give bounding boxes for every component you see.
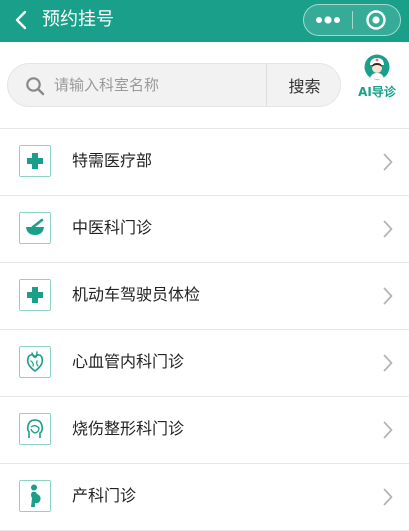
department-item-1[interactable]: 中医科门诊 [0, 196, 409, 263]
more-button[interactable] [304, 5, 352, 35]
department-item-0[interactable]: 特需医疗部 [0, 129, 409, 196]
chevron-right-icon [383, 488, 393, 506]
top-nav-bar: 预约挂号 [0, 0, 409, 42]
department-icon [19, 279, 51, 311]
miniprogram-capsule [303, 4, 401, 36]
department-label: 烧伤整形科门诊 [72, 419, 185, 438]
cross-icon [27, 153, 43, 169]
department-icon [19, 145, 51, 177]
chevron-right-icon [383, 153, 393, 171]
department-item-5[interactable]: 产科门诊 [0, 464, 409, 531]
department-item-2[interactable]: 机动车驾驶员体检 [0, 263, 409, 330]
heart-icon [26, 351, 44, 372]
department-label: 特需医疗部 [72, 151, 153, 170]
department-icon [19, 480, 51, 512]
search-icon [26, 77, 45, 96]
search-button[interactable]: 搜索 [266, 64, 340, 106]
department-icon [19, 413, 51, 445]
more-dots-icon [316, 16, 340, 24]
chevron-right-icon [383, 421, 393, 439]
mortar-pestle-icon [26, 218, 44, 235]
department-label: 中医科门诊 [72, 218, 153, 237]
department-label: 产科门诊 [72, 486, 137, 505]
department-item-4[interactable]: 烧伤整形科门诊 [0, 397, 409, 464]
face-profile-icon [26, 419, 44, 438]
target-circle-icon [366, 10, 387, 30]
chevron-left-icon [15, 10, 27, 30]
ai-guide-label: AI导诊 [358, 85, 396, 99]
search-input[interactable] [54, 64, 264, 106]
chevron-right-icon [383, 354, 393, 372]
department-icon [19, 346, 51, 378]
department-list: 特需医疗部 中医科门诊 机动车驾驶员体检 心血管内科门诊 烧伤整形科门诊 产科门… [0, 128, 409, 531]
department-item-3[interactable]: 心血管内科门诊 [0, 330, 409, 397]
ai-guide-button[interactable]: AI导诊 [351, 54, 403, 106]
page-title: 预约挂号 [42, 9, 114, 30]
search-box: 搜索 [7, 63, 341, 107]
pregnant-icon [31, 484, 41, 507]
cross-icon [27, 287, 43, 303]
department-label: 心血管内科门诊 [72, 352, 185, 371]
close-miniprogram-button[interactable] [353, 5, 400, 35]
chevron-right-icon [383, 287, 393, 305]
search-area: 搜索 AI导诊 [0, 42, 409, 128]
nurse-avatar-icon [364, 54, 390, 80]
chevron-right-icon [383, 220, 393, 238]
back-button[interactable] [10, 9, 32, 31]
department-icon [19, 212, 51, 244]
department-label: 机动车驾驶员体检 [72, 285, 201, 304]
